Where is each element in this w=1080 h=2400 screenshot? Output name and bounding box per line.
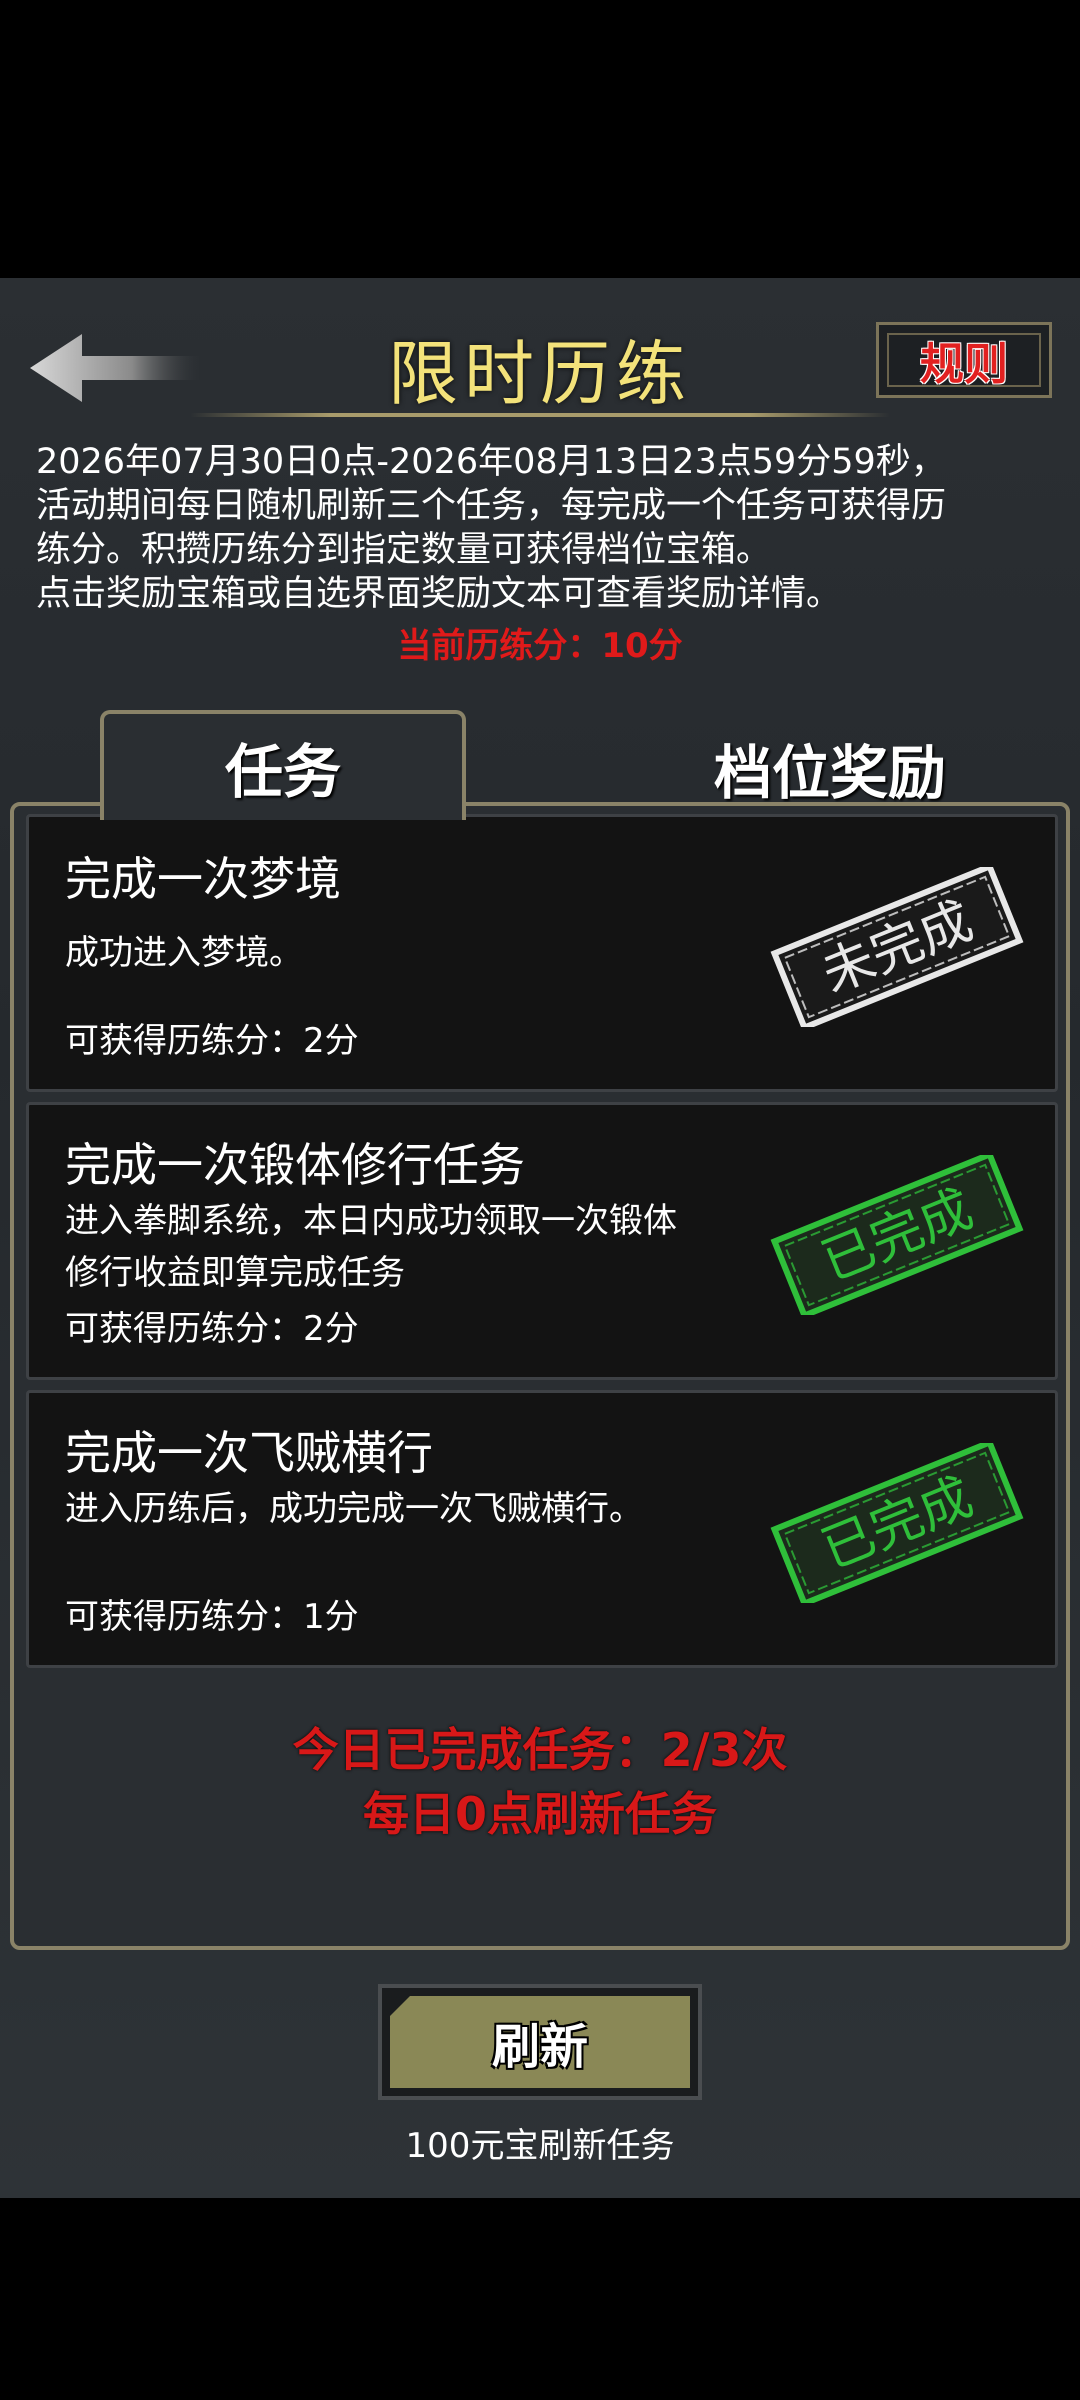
rules-button[interactable]: 规则 [876, 322, 1052, 398]
task-description: 成功进入梦境。 [65, 933, 303, 973]
task-description: 进入拳脚系统，本日内成功领取一次锻体修行收益即算完成任务 [65, 1201, 677, 1293]
game-screen: 限时历练 规则 2026年07月30日0点-2026年08月13日23点59分5… [0, 278, 1080, 2198]
task-points: 可获得历练分：1分 [65, 1597, 359, 1637]
tab-tasks[interactable]: 任务 [100, 710, 466, 820]
task-title: 完成一次飞贼横行 [65, 1426, 433, 1480]
task-points: 可获得历练分：2分 [65, 1309, 359, 1349]
completed-stamp-icon: 已完成 [770, 1443, 1024, 1603]
title-divider [190, 413, 890, 417]
event-description: 2026年07月30日0点-2026年08月13日23点59分59秒， 活动期间… [36, 440, 1056, 616]
current-points: 当前历练分：10分 [397, 626, 683, 666]
tab-tier-rewards-label: 档位奖励 [713, 739, 946, 807]
task-title: 完成一次梦境 [65, 852, 341, 906]
description-line: 2026年07月30日0点-2026年08月13日23点59分59秒， [36, 442, 946, 482]
completed-stamp-icon: 已完成 [770, 1155, 1024, 1315]
task-title: 完成一次锻体修行任务 [65, 1138, 525, 1192]
task-card: 完成一次锻体修行任务 进入拳脚系统，本日内成功领取一次锻体修行收益即算完成任务 … [26, 1102, 1058, 1380]
rules-button-label: 规则 [920, 339, 1008, 390]
completed-count: 今日已完成任务：2/3次 [292, 1723, 788, 1777]
task-points: 可获得历练分：2分 [65, 1021, 359, 1061]
refresh-note: 每日0点刷新任务 [362, 1787, 717, 1841]
refresh-button-label: 刷新 [491, 2019, 588, 2075]
tab-tasks-label: 任务 [224, 738, 341, 806]
description-line: 点击奖励宝箱或自选界面奖励文本可查看奖励详情。 [36, 574, 842, 614]
refresh-button[interactable]: 刷新 [378, 1984, 702, 2100]
daily-status: 今日已完成任务：2/3次 每日0点刷新任务 [0, 1718, 1080, 1846]
description-line: 练分。积攒历练分到指定数量可获得档位宝箱。 [36, 530, 772, 570]
description-line: 活动期间每日随机刷新三个任务，每完成一个任务可获得历 [36, 486, 947, 526]
refresh-cost: 100元宝刷新任务 [405, 2126, 675, 2166]
task-description: 进入历练后，成功完成一次飞贼横行。 [65, 1489, 643, 1529]
refresh-button-face: 刷新 [390, 1996, 690, 2088]
task-card: 完成一次飞贼横行 进入历练后，成功完成一次飞贼横行。 可获得历练分：1分 已完成 [26, 1390, 1058, 1668]
incomplete-stamp-icon: 未完成 [770, 867, 1024, 1027]
task-card: 完成一次梦境 成功进入梦境。 可获得历练分：2分 未完成 [26, 814, 1058, 1092]
